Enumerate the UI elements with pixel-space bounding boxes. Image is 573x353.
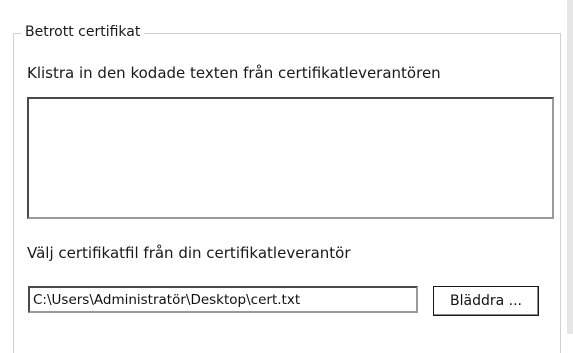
certificate-file-path-input[interactable] [28,286,418,313]
paste-text-label: Klistra in den kodade texten från certif… [27,64,441,82]
browse-button[interactable]: Bläddra ... [433,286,539,316]
window-edge [567,0,573,334]
group-title: Betrott certifikat [21,23,145,41]
certificate-dialog: Betrott certifikat Klistra in den kodade… [0,0,573,353]
choose-file-label: Välj certifikatfil från din certifikatle… [27,244,351,262]
encoded-certificate-textarea[interactable] [27,97,554,219]
